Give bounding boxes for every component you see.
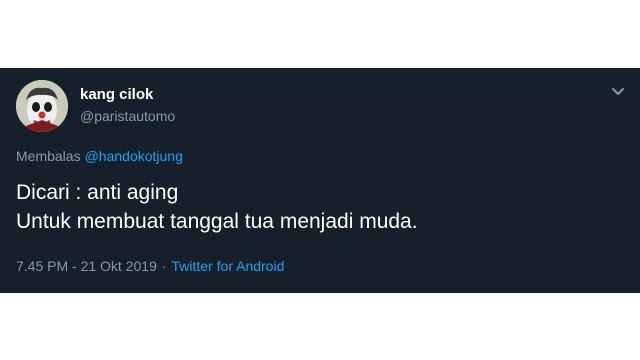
reply-context: Membalas @handokotjung: [16, 148, 183, 164]
tweet-text-line: Dicari : anti aging: [16, 181, 179, 204]
source-link[interactable]: Twitter for Android: [172, 258, 285, 274]
reply-prefix: Membalas: [16, 148, 81, 164]
chevron-down-icon[interactable]: [610, 86, 626, 98]
reply-to-link[interactable]: @handokotjung: [85, 148, 183, 164]
tweet-text: Dicari : anti aging Untuk membuat tangga…: [16, 178, 418, 236]
clown-face-icon: [16, 80, 68, 132]
meta-separator: ·: [161, 258, 167, 274]
tweet-text-line: Untuk membuat tanggal tua menjadi muda.: [16, 210, 418, 233]
avatar[interactable]: [16, 80, 68, 132]
user-handle[interactable]: @paristautomo: [80, 108, 175, 124]
tweet-meta: 7.45 PM - 21 Okt 2019 · Twitter for Androi…: [16, 258, 284, 274]
display-name[interactable]: kang cilok: [80, 86, 153, 103]
timestamp[interactable]: 7.45 PM - 21 Okt 2019: [16, 258, 157, 274]
tweet-card: kang cilok @paristautomo Membalas @handok…: [0, 68, 640, 293]
